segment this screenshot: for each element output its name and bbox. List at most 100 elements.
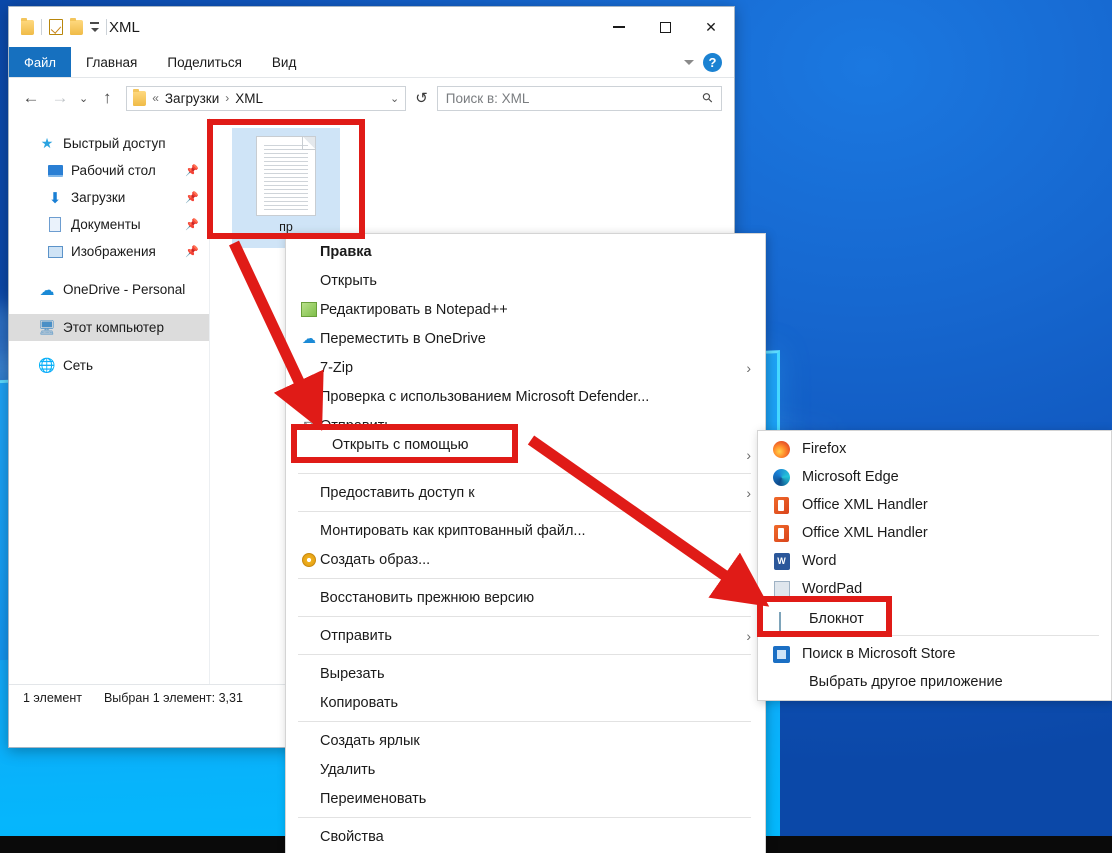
folder-icon[interactable]	[70, 17, 83, 35]
sidebar-item-label: OneDrive - Personal	[63, 282, 186, 297]
submenu-item-notepad[interactable]: Блокнот	[758, 603, 1111, 631]
file-item[interactable]: пр	[232, 128, 340, 248]
open-with-submenu[interactable]: Firefox Microsoft Edge Office XML Handle…	[757, 430, 1112, 701]
menu-item-edit-notepadpp[interactable]: Редактировать в Notepad++	[286, 295, 765, 324]
chevron-right-icon: ›	[746, 484, 751, 501]
recent-locations-icon[interactable]: ⌄	[79, 92, 88, 105]
menu-item-create-image[interactable]: Создать образ...	[286, 545, 765, 574]
submenu-item-word[interactable]: W Word	[758, 547, 1111, 575]
up-button[interactable]: ↑	[97, 88, 117, 108]
divider	[298, 721, 751, 722]
chevron-down-icon[interactable]	[684, 59, 694, 65]
divider	[298, 578, 751, 579]
tab-view[interactable]: Вид	[257, 47, 311, 77]
menu-item-restore-previous-version[interactable]: Восстановить прежнюю версию	[286, 583, 765, 612]
pin-icon[interactable]: 📌	[185, 218, 199, 231]
menu-item-label: Предоставить доступ к	[320, 484, 475, 501]
properties-checkbox-icon[interactable]	[49, 19, 63, 35]
submenu-item-label: Microsoft Edge	[802, 469, 899, 485]
menu-item-cut[interactable]: Вырезать	[286, 659, 765, 688]
submenu-item-firefox[interactable]: Firefox	[758, 435, 1111, 463]
chevron-right-icon: ›	[746, 627, 751, 644]
menu-item-label: Монтировать как криптованный файл...	[320, 522, 586, 539]
breadcrumb-downloads[interactable]: Загрузки	[165, 91, 219, 106]
forward-button[interactable]: →	[50, 88, 70, 108]
menu-item-send-skype[interactable]: ✉ Отправить	[286, 411, 765, 440]
tab-home[interactable]: Главная	[71, 47, 152, 77]
pin-icon[interactable]: 📌	[185, 164, 199, 177]
office-icon	[772, 524, 791, 543]
address-dropdown-icon[interactable]: ⌄	[390, 92, 399, 105]
sidebar-item-onedrive[interactable]: ☁ OneDrive - Personal	[9, 276, 209, 303]
menu-item-open-with[interactable]: Открыть с помощью ›	[286, 440, 765, 469]
breadcrumb-overflow[interactable]: «	[152, 91, 159, 105]
file-name-label: пр	[279, 220, 293, 234]
menu-item-label: Копировать	[320, 694, 399, 711]
menu-item-label: 7-Zip	[320, 359, 354, 376]
notepad-icon	[772, 608, 791, 627]
minimize-button[interactable]	[596, 10, 642, 44]
menu-item-label: Вырезать	[320, 665, 385, 682]
sidebar-item-label: Загрузки	[71, 190, 126, 205]
sidebar-item-downloads[interactable]: ⬇ Загрузки 📌	[9, 184, 209, 211]
tab-file[interactable]: Файл	[9, 47, 71, 77]
folder-icon[interactable]	[21, 17, 34, 35]
menu-item-copy[interactable]: Копировать	[286, 688, 765, 717]
back-button[interactable]: ←	[21, 88, 41, 108]
menu-item-delete[interactable]: Удалить	[286, 755, 765, 784]
submenu-item-search-microsoft-store[interactable]: Поиск в Microsoft Store	[758, 640, 1111, 668]
tab-share[interactable]: Поделиться	[152, 47, 257, 77]
breadcrumb[interactable]: « Загрузки › XML ⌄	[126, 85, 407, 111]
menu-item-rename[interactable]: Переименовать	[286, 784, 765, 813]
pin-icon[interactable]: 📌	[185, 191, 199, 204]
submenu-item-choose-another-app[interactable]: Выбрать другое приложение	[758, 668, 1111, 696]
sidebar-item-this-pc[interactable]: 🖥 Этот компьютер	[9, 314, 209, 341]
sidebar-item-label: Сеть	[63, 358, 94, 373]
submenu-item-office-xml-handler[interactable]: Office XML Handler	[758, 491, 1111, 519]
menu-item-create-shortcut[interactable]: Создать ярлык	[286, 726, 765, 755]
divider	[106, 19, 107, 35]
notepadpp-icon	[298, 302, 320, 317]
sidebar-item-label: Этот компьютер	[63, 320, 164, 335]
menu-item-properties[interactable]: Свойства	[286, 822, 765, 851]
menu-item-open[interactable]: Открыть	[286, 266, 765, 295]
network-icon: 🌐	[38, 357, 56, 373]
sidebar-item-documents[interactable]: Документы 📌	[9, 211, 209, 238]
submenu-item-microsoft-edge[interactable]: Microsoft Edge	[758, 463, 1111, 491]
sidebar-item-desktop[interactable]: Рабочий стол 📌	[9, 157, 209, 184]
sidebar-item-pictures[interactable]: Изображения 📌	[9, 238, 209, 265]
close-button[interactable]: ✕	[688, 10, 734, 44]
word-icon: W	[772, 552, 791, 571]
submenu-item-wordpad[interactable]: WordPad	[758, 575, 1111, 603]
dropdown-arrow-icon[interactable]	[90, 22, 99, 32]
submenu-item-label: WordPad	[802, 581, 863, 597]
maximize-button[interactable]	[642, 10, 688, 44]
menu-item-7zip[interactable]: 7-Zip ›	[286, 353, 765, 382]
disc-icon	[298, 552, 320, 567]
menu-item-label: Проверка с использованием Microsoft Defe…	[320, 388, 650, 405]
menu-item-give-access-to[interactable]: Предоставить доступ к ›	[286, 478, 765, 507]
refresh-icon[interactable]: ↺	[415, 89, 428, 107]
search-input[interactable]: Поиск в: XML ⚲	[436, 85, 722, 111]
pin-icon[interactable]: 📌	[185, 245, 199, 258]
menu-item-send-to[interactable]: Отправить ›	[286, 621, 765, 650]
breadcrumb-xml[interactable]: XML	[235, 91, 263, 106]
divider	[298, 511, 751, 512]
submenu-item-office-xml-handler[interactable]: Office XML Handler	[758, 519, 1111, 547]
quick-access-toolbar[interactable]	[21, 17, 107, 35]
menu-item-edit[interactable]: Правка	[286, 237, 765, 266]
menu-item-label: Свойства	[320, 828, 384, 845]
defender-icon	[298, 389, 320, 404]
divider	[41, 19, 42, 35]
menu-item-move-to-onedrive[interactable]: ☁ Переместить в OneDrive	[286, 324, 765, 353]
submenu-item-label: Выбрать другое приложение	[809, 674, 1003, 690]
menu-item-label: Удалить	[320, 761, 376, 778]
menu-item-scan-defender[interactable]: Проверка с использованием Microsoft Defe…	[286, 382, 765, 411]
menu-item-mount-encrypted[interactable]: Монтировать как криптованный файл...	[286, 516, 765, 545]
submenu-item-label: Word	[802, 553, 837, 569]
sidebar-item-quick-access[interactable]: ★ Быстрый доступ	[9, 130, 209, 157]
help-icon[interactable]: ?	[703, 52, 722, 72]
context-menu[interactable]: Правка Открыть Редактировать в Notepad++…	[285, 233, 766, 853]
submenu-item-label: Поиск в Microsoft Store	[802, 646, 956, 662]
sidebar-item-network[interactable]: 🌐 Сеть	[9, 352, 209, 379]
